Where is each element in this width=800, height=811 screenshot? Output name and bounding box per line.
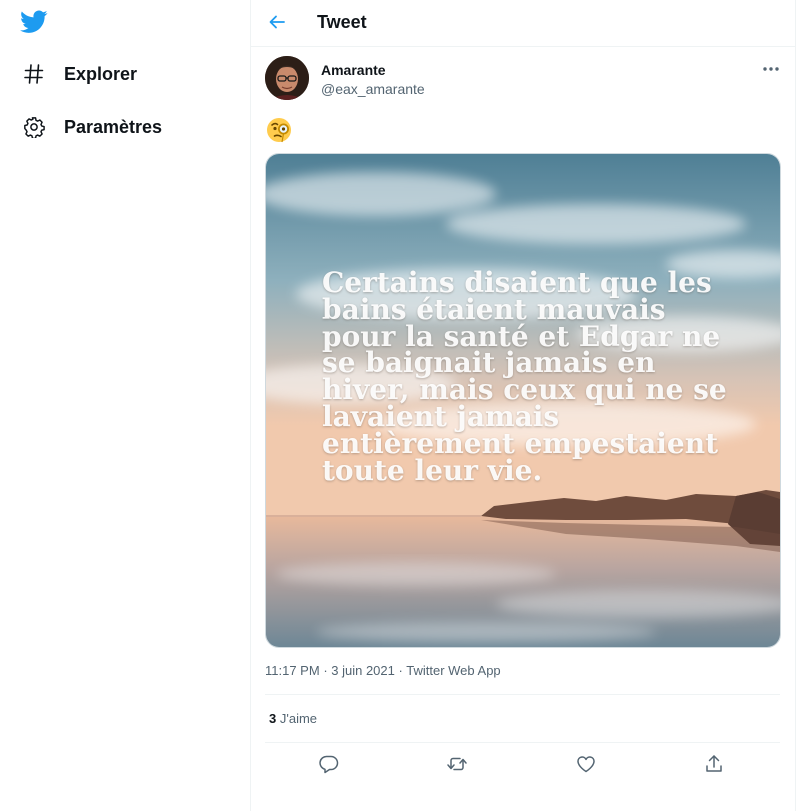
page-header: Tweet (251, 0, 795, 47)
sidebar-item-parametres[interactable]: Paramètres (22, 115, 162, 139)
share-icon[interactable] (703, 753, 725, 775)
sidebar-item-explorer[interactable]: Explorer (22, 62, 137, 86)
tweet-time[interactable]: 11:17 PM (265, 663, 320, 678)
page-title: Tweet (317, 12, 367, 32)
gear-icon (22, 115, 46, 139)
divider (265, 742, 780, 743)
more-options-icon[interactable] (761, 62, 781, 76)
tweet-date[interactable]: 3 juin 2021 (331, 663, 395, 678)
author-name[interactable]: Amarante (321, 62, 386, 78)
divider (265, 694, 780, 695)
sidebar: Explorer Paramètres (0, 0, 250, 811)
sidebar-item-label: Explorer (64, 63, 138, 84)
likes-count[interactable]: 3 J'aime (269, 711, 317, 726)
reply-icon[interactable] (318, 753, 340, 775)
likes-label: J'aime (279, 711, 318, 726)
tweet-source[interactable]: Twitter Web App (406, 663, 500, 678)
monocle-face-emoji (265, 116, 293, 144)
retweet-icon[interactable] (446, 753, 468, 775)
hashtag-icon (22, 62, 46, 86)
twitter-bird-icon[interactable] (20, 10, 48, 34)
avatar[interactable] (265, 56, 309, 100)
author-handle: @eax_amarante (321, 81, 425, 97)
sidebar-item-label: Paramètres (64, 116, 163, 137)
tweet-column: Tweet Amarante @eax_amarante Certains di… (250, 0, 796, 811)
arrow-left-icon[interactable] (267, 11, 289, 33)
likes-number: 3 (269, 711, 277, 726)
tweet-timestamp: 11:17 PM · 3 juin 2021 · Twitter Web App (265, 663, 501, 678)
like-icon[interactable] (575, 753, 597, 775)
image-quote-text: Certains disaient que les bains étaient … (322, 266, 727, 487)
tweet-image[interactable]: Certains disaient que les bains étaient … (265, 153, 781, 648)
